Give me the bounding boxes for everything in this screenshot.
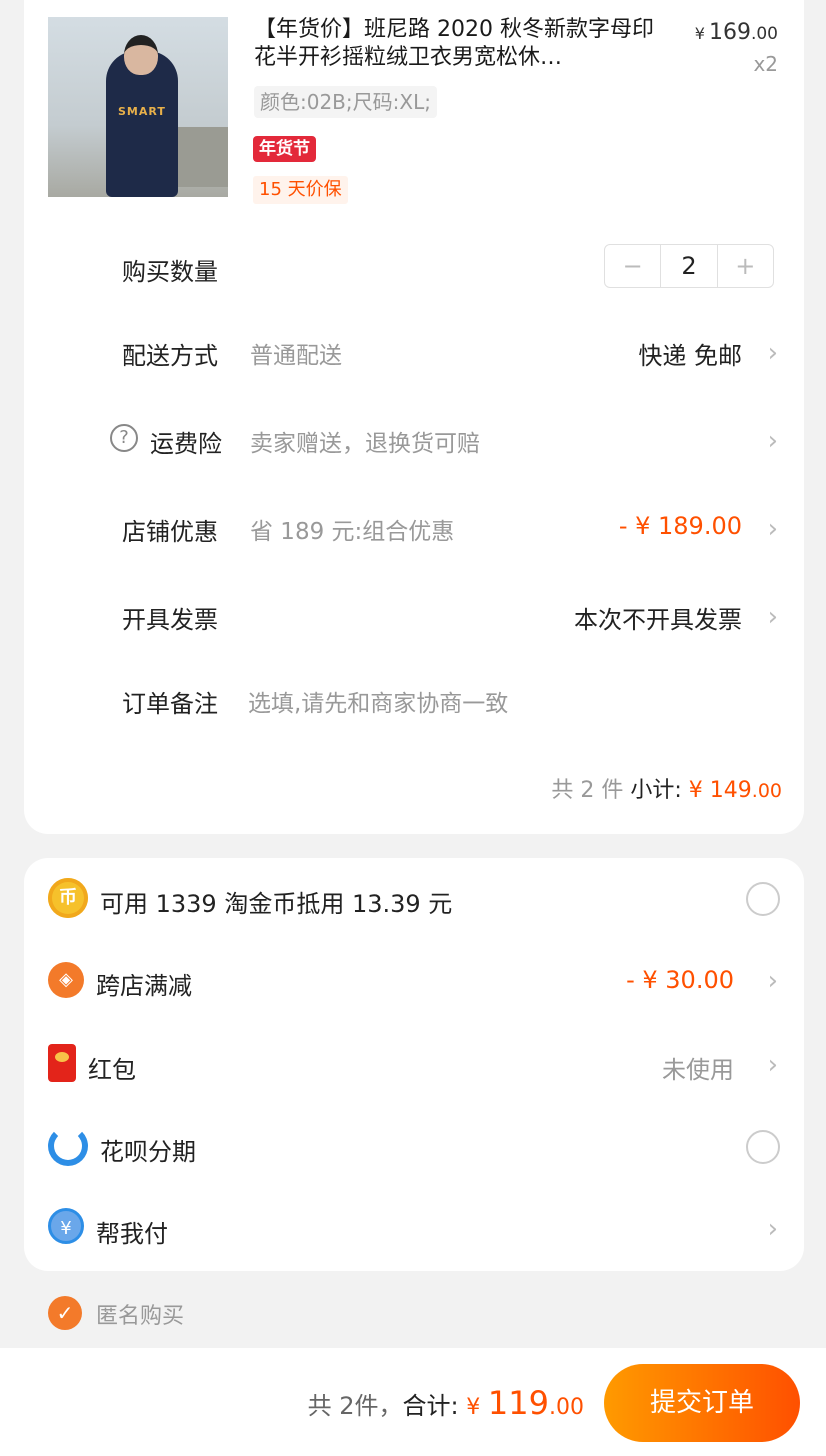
note-label: 订单备注 — [122, 690, 218, 718]
price-int: 169 — [708, 20, 751, 45]
invoice-value: 本次不开具发票 — [574, 606, 742, 634]
subtotal-dec: .00 — [751, 780, 782, 802]
submit-order-button[interactable]: 提交订单 — [604, 1364, 800, 1442]
note-row: 订单备注 选填,请先和商家协商一致 — [24, 676, 804, 726]
price-dec: .00 — [750, 24, 778, 44]
product-quantity: x2 — [753, 52, 778, 76]
total-int: 119 — [487, 1384, 549, 1422]
model-head — [124, 35, 158, 75]
subtotal-amount: ¥ 149.00 — [689, 778, 782, 803]
store-discount-label: 店铺优惠 — [122, 518, 218, 546]
delivery-sub: 普通配送 — [250, 343, 342, 369]
increment-button[interactable]: + — [718, 245, 773, 287]
quantity-stepper: − 2 + — [604, 244, 774, 288]
subtotal: 共 2 件 小计: ¥ 149.00 — [551, 772, 782, 804]
chevron-right-icon: › — [767, 1214, 778, 1244]
chevron-right-icon: › — [767, 1050, 778, 1080]
total-count: 共 2件， — [307, 1392, 403, 1420]
total-dec: .00 — [549, 1395, 584, 1420]
question-icon[interactable]: ? — [110, 424, 138, 452]
store-discount-row[interactable]: 店铺优惠 省 189 元:组合优惠 - ¥ 189.00 › — [24, 504, 804, 554]
subtotal-label: 小计: — [630, 778, 682, 803]
subtotal-currency: ¥ — [688, 778, 703, 803]
huabei-row[interactable]: 花呗分期 — [24, 1118, 804, 1178]
subtotal-count: 共 2 件 — [551, 778, 624, 803]
product-price: ¥169.00 — [695, 20, 778, 45]
cross-store-row[interactable]: ◈ 跨店满减 - ¥ 30.00 › — [24, 952, 804, 1012]
help-pay-row[interactable]: ¥ 帮我付 › — [24, 1200, 804, 1260]
red-packet-row[interactable]: 红包 未使用 › — [24, 1036, 804, 1096]
delivery-label: 配送方式 — [122, 342, 218, 370]
checkout-bar: 共 2件，合计: ¥ 119.00 提交订单 — [0, 1348, 826, 1456]
order-card: SMART 【年货价】班尼路 2020 秋冬新款字母印花半开衫摇粒绒卫衣男宽松休… — [24, 0, 804, 834]
red-packet-value: 未使用 — [662, 1056, 734, 1084]
chevron-right-icon: › — [767, 426, 778, 456]
insurance-sub: 卖家赠送，退换货可赔 — [250, 431, 480, 457]
huabei-icon — [48, 1126, 88, 1166]
huabei-label: 花呗分期 — [100, 1138, 196, 1166]
quantity-value[interactable]: 2 — [660, 245, 718, 287]
chevron-right-icon: › — [767, 966, 778, 996]
delivery-value: 快递 免邮 — [638, 342, 742, 370]
product-title[interactable]: 【年货价】班尼路 2020 秋冬新款字母印花半开衫摇粒绒卫衣男宽松休… — [254, 16, 674, 72]
subtotal-int: 149 — [709, 778, 752, 803]
store-discount-sub: 省 189 元:组合优惠 — [250, 519, 455, 545]
delivery-row[interactable]: 配送方式 普通配送 快递 免邮 › — [24, 328, 804, 378]
chevron-right-icon: › — [767, 338, 778, 368]
chevron-right-icon: › — [767, 514, 778, 544]
cross-store-label: 跨店满减 — [96, 972, 192, 1000]
total-currency: ¥ — [466, 1395, 481, 1420]
cross-store-discount-icon: ◈ — [48, 962, 84, 998]
store-discount-value: - ¥ 189.00 — [618, 512, 742, 540]
coins-row[interactable]: 币 可用 1339 淘金币抵用 13.39 元 — [24, 870, 804, 930]
insurance-label: 运费险 — [150, 430, 222, 458]
invoice-row[interactable]: 开具发票 本次不开具发票 › — [24, 592, 804, 642]
total-label: 合计: — [402, 1392, 459, 1420]
coins-label: 可用 1339 淘金币抵用 13.39 元 — [100, 890, 453, 918]
order-total: 共 2件，合计: ¥ 119.00 — [308, 1384, 584, 1422]
help-pay-icon: ¥ — [48, 1208, 84, 1244]
help-pay-label: 帮我付 — [96, 1220, 168, 1248]
quantity-label: 购买数量 — [122, 258, 218, 286]
insurance-row[interactable]: ? 运费险 卖家赠送，退换货可赔 › — [24, 416, 804, 466]
coins-radio[interactable] — [746, 882, 780, 916]
decrement-button[interactable]: − — [605, 245, 660, 287]
cross-store-value: - ¥ 30.00 — [626, 966, 734, 994]
invoice-label: 开具发票 — [122, 606, 218, 634]
note-input[interactable]: 选填,请先和商家协商一致 — [248, 684, 508, 718]
product-image[interactable]: SMART — [48, 17, 228, 197]
red-packet-icon — [48, 1044, 76, 1082]
huabei-radio[interactable] — [746, 1130, 780, 1164]
anonymous-label[interactable]: 匿名购买 — [96, 1298, 184, 1330]
product-sku: 颜色:02B;尺码:XL; — [254, 86, 437, 118]
red-packet-label: 红包 — [88, 1056, 136, 1084]
payment-card: 币 可用 1339 淘金币抵用 13.39 元 ◈ 跨店满减 - ¥ 30.00… — [24, 858, 804, 1271]
coin-icon: 币 — [48, 878, 88, 918]
chevron-right-icon: › — [767, 602, 778, 632]
anonymous-checkbox[interactable]: ✓ — [48, 1296, 82, 1330]
festival-badge: 年货节 — [253, 136, 316, 162]
shirt-print: SMART — [118, 105, 166, 118]
price-protect-tag: 15 天价保 — [253, 176, 348, 204]
price-currency: ¥ — [694, 24, 705, 43]
